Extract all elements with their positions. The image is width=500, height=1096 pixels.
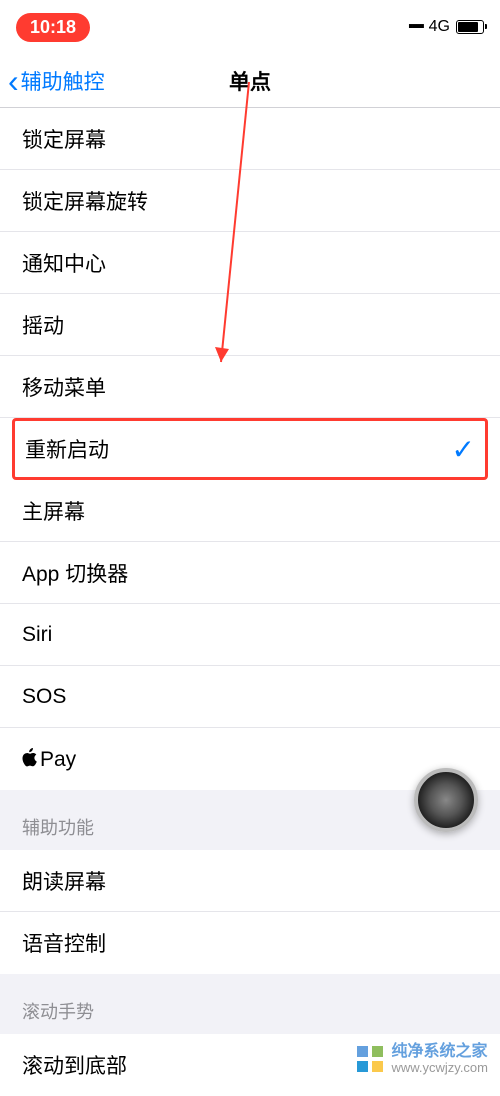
options-list: 锁定屏幕 锁定屏幕旋转 通知中心 摇动 移动菜单 重新启动 ✓ 主屏幕 App … (0, 108, 500, 790)
watermark-line2: www.ycwjzy.com (391, 1061, 488, 1075)
checkmark-icon: ✓ (452, 433, 475, 466)
battery-icon (456, 20, 484, 34)
back-button[interactable]: ‹ 辅助触控 (0, 65, 105, 97)
option-move-menu[interactable]: 移动菜单 (0, 356, 500, 418)
watermark-logo-icon (355, 1044, 385, 1074)
section-header-scroll: 滚动手势 (0, 974, 500, 1034)
network-label: 4G (429, 18, 450, 36)
watermark: 纯净系统之家 www.ycwjzy.com (355, 1043, 488, 1075)
status-bar: 10:18 ▪▪▪▪ 4G (0, 0, 500, 54)
option-restart[interactable]: 重新启动 ✓ (12, 418, 488, 480)
back-label: 辅助触控 (21, 66, 105, 96)
chevron-left-icon: ‹ (8, 65, 19, 97)
option-app-switcher[interactable]: App 切换器 (0, 542, 500, 604)
apple-pay-label: Pay (22, 747, 76, 772)
option-sos[interactable]: SOS (0, 666, 500, 728)
option-shake[interactable]: 摇动 (0, 294, 500, 356)
option-siri[interactable]: Siri (0, 604, 500, 666)
option-speak-screen[interactable]: 朗读屏幕 (0, 850, 500, 912)
option-home[interactable]: 主屏幕 (0, 480, 500, 542)
signal-icon: ▪▪▪▪ (408, 18, 423, 36)
a11y-list: 朗读屏幕 语音控制 (0, 850, 500, 974)
option-lock-screen[interactable]: 锁定屏幕 (0, 108, 500, 170)
option-voice-control[interactable]: 语音控制 (0, 912, 500, 974)
page-title: 单点 (229, 66, 271, 96)
watermark-line1: 纯净系统之家 (391, 1043, 488, 1061)
status-indicators: ▪▪▪▪ 4G (408, 18, 484, 36)
option-notification-center[interactable]: 通知中心 (0, 232, 500, 294)
navigation-bar: ‹ 辅助触控 单点 (0, 54, 500, 108)
option-lock-rotation[interactable]: 锁定屏幕旋转 (0, 170, 500, 232)
assistive-touch-button[interactable] (414, 768, 478, 832)
status-time: 10:18 (16, 13, 90, 42)
